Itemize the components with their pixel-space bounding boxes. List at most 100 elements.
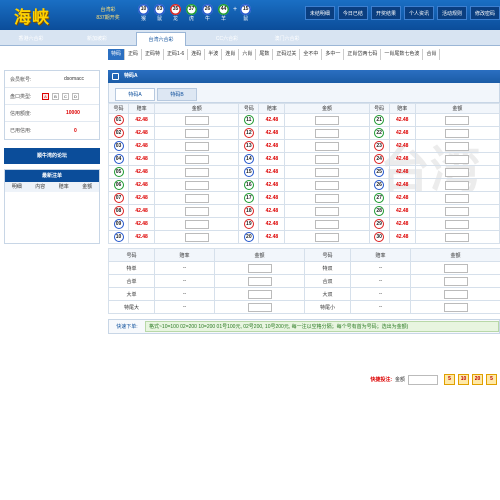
- tab-tema-a[interactable]: 特码A: [115, 88, 155, 101]
- amount-input[interactable]: [315, 141, 340, 151]
- amount-input[interactable]: [184, 232, 209, 242]
- top-nav-button[interactable]: 开奖结果: [370, 6, 401, 20]
- amount-input[interactable]: [445, 219, 470, 229]
- top-nav-button[interactable]: 活动规则: [436, 6, 467, 20]
- amount-input[interactable]: [315, 193, 340, 203]
- number-ball[interactable]: 08: [113, 206, 124, 216]
- number-ball[interactable]: 26: [374, 180, 385, 190]
- number-ball[interactable]: 13: [243, 141, 254, 151]
- play-tab[interactable]: 一肖尾数七色波: [381, 49, 424, 60]
- pan-option[interactable]: B: [52, 92, 59, 100]
- amount-input[interactable]: [443, 263, 468, 273]
- number-ball[interactable]: 11: [243, 115, 254, 125]
- play-tab[interactable]: 正肖岱两七码: [344, 49, 382, 60]
- amount-input[interactable]: [443, 302, 468, 312]
- amount-input[interactable]: [247, 263, 272, 273]
- amount-input[interactable]: [184, 219, 209, 229]
- number-ball[interactable]: 12: [243, 128, 254, 138]
- game-tab-active[interactable]: 台湾六合彩: [136, 32, 186, 46]
- amount-input[interactable]: [315, 154, 340, 164]
- amount-input[interactable]: [315, 219, 340, 229]
- play-tab[interactable]: 多中一: [322, 49, 345, 60]
- amount-input[interactable]: [315, 232, 340, 242]
- amount-input[interactable]: [445, 206, 470, 216]
- play-tab[interactable]: 正码: [125, 49, 143, 60]
- number-ball[interactable]: 04: [113, 154, 124, 164]
- pan-option[interactable]: C: [62, 92, 69, 100]
- number-ball[interactable]: 22: [374, 128, 385, 138]
- number-ball[interactable]: 17: [243, 193, 254, 203]
- number-ball[interactable]: 10: [113, 232, 124, 242]
- number-ball[interactable]: 29: [374, 219, 385, 229]
- chip-button[interactable]: 20: [472, 374, 483, 385]
- amount-input[interactable]: [184, 115, 209, 125]
- chip-button[interactable]: 10: [458, 374, 469, 385]
- number-ball[interactable]: 20: [243, 232, 254, 242]
- number-ball[interactable]: 24: [374, 154, 385, 164]
- amount-input[interactable]: [315, 206, 340, 216]
- game-tab[interactable]: 澳门六合彩: [262, 32, 312, 46]
- play-tab[interactable]: 半波: [205, 49, 223, 60]
- number-ball[interactable]: 19: [243, 219, 254, 229]
- amount-input[interactable]: [184, 193, 209, 203]
- number-ball[interactable]: 07: [113, 193, 124, 203]
- play-tab[interactable]: 连肖: [222, 49, 240, 60]
- number-ball[interactable]: 28: [374, 206, 385, 216]
- play-tab[interactable]: 正码过关: [273, 49, 301, 60]
- number-ball[interactable]: 16: [243, 180, 254, 190]
- amount-input[interactable]: [315, 167, 340, 177]
- game-tab[interactable]: 香港六合彩: [8, 32, 54, 46]
- amount-input[interactable]: [445, 154, 470, 164]
- tab-tema-b[interactable]: 特码B: [157, 88, 197, 101]
- number-ball[interactable]: 25: [374, 167, 385, 177]
- amount-input[interactable]: [184, 154, 209, 164]
- amount-input[interactable]: [445, 232, 470, 242]
- play-tab[interactable]: 合肖: [423, 49, 441, 60]
- number-ball[interactable]: 18: [243, 206, 254, 216]
- number-ball[interactable]: 02: [113, 128, 124, 138]
- number-ball[interactable]: 15: [243, 167, 254, 177]
- play-tab-active[interactable]: 特码: [108, 49, 126, 60]
- number-ball[interactable]: 14: [243, 154, 254, 164]
- number-ball[interactable]: 23: [374, 141, 385, 151]
- amount-input[interactable]: [247, 289, 272, 299]
- play-tab[interactable]: 尾数: [256, 49, 274, 60]
- pan-option[interactable]: D: [72, 92, 79, 100]
- game-tab[interactable]: 新加坡彩: [74, 32, 120, 46]
- amount-input[interactable]: [184, 167, 209, 177]
- number-ball[interactable]: 01: [113, 115, 124, 125]
- play-tab[interactable]: 全不中: [300, 49, 323, 60]
- amount-input[interactable]: [315, 128, 340, 138]
- amount-input[interactable]: [445, 128, 470, 138]
- number-ball[interactable]: 06: [113, 180, 124, 190]
- amount-input[interactable]: [445, 193, 470, 203]
- number-ball[interactable]: 30: [374, 232, 385, 242]
- top-nav-button[interactable]: 未结明细: [304, 6, 335, 20]
- play-tab[interactable]: 正码1-6: [164, 49, 189, 60]
- amount-input[interactable]: [408, 374, 438, 385]
- number-ball[interactable]: 09: [113, 219, 124, 229]
- amount-input[interactable]: [184, 206, 209, 216]
- amount-input[interactable]: [247, 276, 272, 286]
- game-tab[interactable]: CC六合彩: [204, 32, 250, 46]
- amount-input[interactable]: [247, 302, 272, 312]
- top-nav-button[interactable]: 个人资讯: [403, 6, 434, 20]
- amount-input[interactable]: [445, 115, 470, 125]
- amount-input[interactable]: [315, 180, 340, 190]
- amount-input[interactable]: [445, 167, 470, 177]
- amount-input[interactable]: [445, 180, 470, 190]
- quick-order-input[interactable]: 格式~10=100 02=200 10=200 01号100元, 02号200,…: [145, 321, 499, 332]
- play-tab[interactable]: 正码特: [142, 49, 165, 60]
- play-tab[interactable]: 六肖: [239, 49, 257, 60]
- amount-input[interactable]: [443, 276, 468, 286]
- top-nav-button[interactable]: 今日已结: [337, 6, 368, 20]
- play-tab[interactable]: 连码: [188, 49, 206, 60]
- amount-input[interactable]: [315, 115, 340, 125]
- amount-input[interactable]: [445, 141, 470, 151]
- amount-input[interactable]: [443, 289, 468, 299]
- number-ball[interactable]: 27: [374, 193, 385, 203]
- number-ball[interactable]: 03: [113, 141, 124, 151]
- number-ball[interactable]: 21: [374, 115, 385, 125]
- chip-button[interactable]: 5: [486, 374, 497, 385]
- pan-option[interactable]: A: [42, 92, 49, 100]
